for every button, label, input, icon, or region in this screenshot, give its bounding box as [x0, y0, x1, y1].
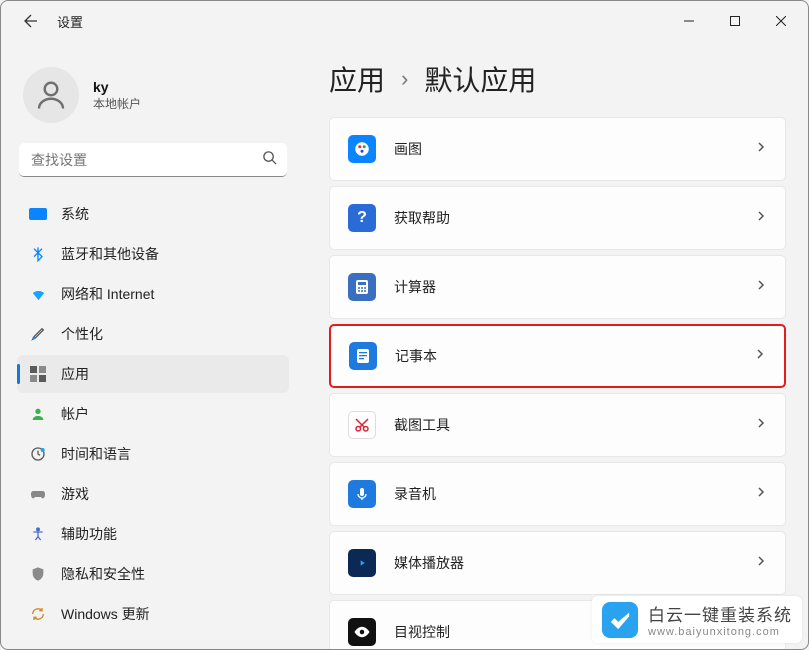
breadcrumb-root[interactable]: 应用 — [329, 59, 385, 99]
app-item-label: 记事本 — [395, 346, 754, 366]
wifi-icon — [30, 286, 47, 303]
search-icon — [262, 150, 277, 170]
watermark-url: www.baiyunxitong.com — [648, 626, 792, 638]
sidebar-item-personalization[interactable]: 个性化 — [17, 315, 289, 353]
sidebar-item-accounts[interactable]: 帐户 — [17, 395, 289, 433]
breadcrumb: 应用 › 默认应用 — [329, 59, 786, 99]
chevron-right-icon — [755, 554, 767, 572]
profile-name: ky — [93, 79, 141, 95]
notepad-icon — [349, 342, 377, 370]
sidebar-item-network[interactable]: 网络和 Internet — [17, 275, 289, 313]
chevron-right-icon — [755, 140, 767, 158]
watermark-title: 白云一键重装系统 — [648, 601, 792, 626]
breadcrumb-current: 默认应用 — [424, 59, 536, 99]
window-title: 设置 — [57, 12, 83, 31]
sidebar-item-bluetooth[interactable]: 蓝牙和其他设备 — [17, 235, 289, 273]
accounts-icon — [30, 406, 46, 422]
app-item-gethelp[interactable]: ? 获取帮助 — [329, 186, 786, 250]
sidebar-item-label: 应用 — [61, 364, 89, 384]
calculator-icon — [348, 273, 376, 301]
app-item-label: 获取帮助 — [394, 208, 755, 228]
sidebar-item-time[interactable]: 时间和语言 — [17, 435, 289, 473]
profile-block[interactable]: ky 本地帐户 — [17, 51, 289, 143]
content-area: 应用 › 默认应用 画图?获取帮助计算器记事本截图工具录音机媒体播放器目视控制 — [301, 41, 808, 649]
app-item-recorder[interactable]: 录音机 — [329, 462, 786, 526]
paint-icon — [348, 135, 376, 163]
chevron-right-icon — [755, 209, 767, 227]
sidebar-item-label: 隐私和安全性 — [61, 564, 145, 584]
sidebar: ky 本地帐户 系统蓝牙和其他设备网络和 Internet 个性化应用帐户时间和语… — [1, 41, 301, 649]
clock-icon — [30, 446, 46, 462]
watermark: 白云一键重装系统 www.baiyunxitong.com — [592, 596, 802, 643]
app-item-media[interactable]: 媒体播放器 — [329, 531, 786, 595]
app-item-paint[interactable]: 画图 — [329, 117, 786, 181]
app-item-notepad[interactable]: 记事本 — [329, 324, 786, 388]
eyecontrol-icon — [348, 618, 376, 646]
sidebar-item-privacy[interactable]: 隐私和安全性 — [17, 555, 289, 593]
system-icon — [29, 208, 47, 220]
sidebar-item-label: 时间和语言 — [61, 444, 131, 464]
avatar — [23, 67, 79, 123]
sidebar-item-label: 系统 — [61, 204, 89, 224]
update-icon — [30, 606, 46, 622]
minimize-button[interactable] — [666, 5, 712, 37]
app-item-label: 计算器 — [394, 277, 755, 297]
watermark-logo-icon — [602, 602, 638, 638]
snip-icon — [348, 411, 376, 439]
sidebar-item-update[interactable]: Windows 更新 — [17, 595, 289, 633]
apps-icon — [30, 366, 46, 382]
app-item-calculator[interactable]: 计算器 — [329, 255, 786, 319]
profile-sub: 本地帐户 — [93, 95, 141, 112]
sidebar-item-gaming[interactable]: 游戏 — [17, 475, 289, 513]
chevron-right-icon: › — [401, 66, 408, 92]
nav-list: 系统蓝牙和其他设备网络和 Internet 个性化应用帐户时间和语言游戏辅助功能隐… — [17, 195, 289, 633]
sidebar-item-label: Windows 更新 — [61, 604, 150, 624]
shield-icon — [30, 566, 46, 582]
sidebar-item-label: 网络和 Internet — [61, 284, 154, 304]
sidebar-item-label: 游戏 — [61, 484, 89, 504]
sidebar-item-label: 帐户 — [61, 404, 89, 424]
app-item-label: 录音机 — [394, 484, 755, 504]
chevron-right-icon — [754, 347, 766, 365]
sidebar-item-label: 个性化 — [61, 324, 103, 344]
app-list: 画图?获取帮助计算器记事本截图工具录音机媒体播放器目视控制 — [329, 117, 786, 649]
search-box[interactable] — [19, 143, 287, 177]
sidebar-item-accessibility[interactable]: 辅助功能 — [17, 515, 289, 553]
back-button[interactable] — [17, 7, 45, 35]
chevron-right-icon — [755, 485, 767, 503]
close-button[interactable] — [758, 5, 804, 37]
gamepad-icon — [29, 485, 47, 503]
accessibility-icon — [30, 526, 46, 542]
settings-window: 设置 ky 本地帐户 — [0, 0, 809, 650]
search-input[interactable] — [19, 143, 287, 177]
sidebar-item-system[interactable]: 系统 — [17, 195, 289, 233]
sidebar-item-apps[interactable]: 应用 — [17, 355, 289, 393]
brush-icon — [30, 326, 46, 342]
recorder-icon — [348, 480, 376, 508]
app-item-label: 截图工具 — [394, 415, 755, 435]
titlebar: 设置 — [1, 1, 808, 41]
bluetooth-icon — [30, 246, 46, 262]
chevron-right-icon — [755, 416, 767, 434]
media-icon — [348, 549, 376, 577]
gethelp-icon: ? — [348, 204, 376, 232]
app-item-label: 画图 — [394, 139, 755, 159]
sidebar-item-label: 辅助功能 — [61, 524, 117, 544]
sidebar-item-label: 蓝牙和其他设备 — [61, 244, 159, 264]
maximize-button[interactable] — [712, 5, 758, 37]
app-item-snip[interactable]: 截图工具 — [329, 393, 786, 457]
chevron-right-icon — [755, 278, 767, 296]
app-item-label: 媒体播放器 — [394, 553, 755, 573]
